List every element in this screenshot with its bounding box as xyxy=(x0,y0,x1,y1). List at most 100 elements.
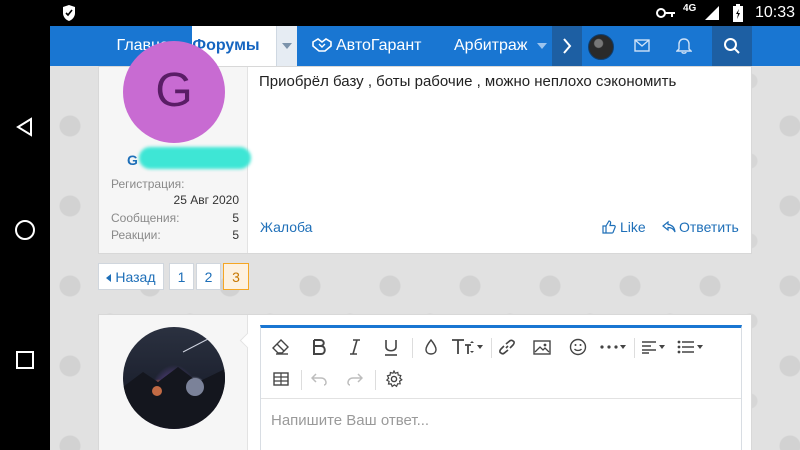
android-navigation-bar xyxy=(0,26,50,450)
drop-icon xyxy=(425,339,437,355)
redaction-mark xyxy=(139,147,251,169)
more-options-button[interactable] xyxy=(600,335,630,359)
messages-value: 5 xyxy=(232,211,239,225)
font-size-button[interactable] xyxy=(451,335,485,359)
redo-button[interactable] xyxy=(343,367,367,391)
messages-row: Сообщения: 5 xyxy=(111,211,239,225)
caret-down-icon xyxy=(659,345,665,349)
reply-label: Ответить xyxy=(679,219,739,235)
bell-icon[interactable] xyxy=(676,37,692,54)
toolbar-divider xyxy=(375,370,376,390)
forums-dropdown-toggle[interactable] xyxy=(276,26,297,66)
current-user-avatar[interactable] xyxy=(123,327,225,429)
inbox-icon[interactable] xyxy=(634,39,650,52)
recents-button[interactable] xyxy=(8,343,42,377)
bulleted-list-icon xyxy=(677,340,694,354)
italic-button[interactable] xyxy=(343,335,367,359)
italic-icon xyxy=(350,339,360,355)
signal-icon xyxy=(705,6,719,20)
reply-text-area[interactable]: Напишите Ваш ответ... xyxy=(271,412,429,429)
status-bar: 4G 10:33 xyxy=(0,0,800,26)
reply-arrow-icon xyxy=(662,221,676,233)
reactions-row: Реакции: 5 xyxy=(111,228,239,242)
reply-editor: Напишите Ваш ответ... xyxy=(260,325,742,450)
image-icon xyxy=(533,339,551,355)
toolbar-divider xyxy=(412,338,413,358)
clear-formatting-button[interactable] xyxy=(269,335,293,359)
handshake-icon xyxy=(312,38,332,52)
align-left-icon xyxy=(642,341,656,354)
author-name-redacted[interactable]: G xyxy=(127,147,251,173)
reply-button[interactable]: Ответить xyxy=(662,219,739,235)
search-icon xyxy=(724,38,740,54)
shield-icon xyxy=(63,5,75,21)
reactions-value: 5 xyxy=(232,228,239,242)
bold-icon xyxy=(313,339,326,355)
post-text: Приобрёл базу , боты рабочие , можно неп… xyxy=(259,73,677,90)
text-color-button[interactable] xyxy=(419,335,443,359)
author-avatar[interactable]: G xyxy=(123,41,225,143)
text-size-icon xyxy=(452,339,474,354)
toolbar-divider xyxy=(301,370,302,390)
network-type: 4G xyxy=(683,3,697,14)
back-button[interactable] xyxy=(8,110,42,144)
clock: 10:33 xyxy=(755,4,796,21)
chevron-down-icon xyxy=(282,43,292,49)
report-link[interactable]: Жалоба xyxy=(260,219,312,235)
undo-button[interactable] xyxy=(307,367,331,391)
undo-icon xyxy=(311,373,327,386)
back-triangle-icon xyxy=(16,117,32,137)
smiley-icon xyxy=(569,338,587,356)
messages-label: Сообщения: xyxy=(111,211,180,225)
prev-page-button[interactable]: Назад xyxy=(98,263,164,290)
page-3-current[interactable]: 3 xyxy=(223,263,249,290)
insert-link-button[interactable] xyxy=(495,335,519,359)
forum-app: Главная Форумы АвтоГарант Арбитраж G G Р… xyxy=(50,26,800,450)
user-avatar-button[interactable] xyxy=(588,34,614,60)
prev-page-label: Назад xyxy=(115,269,156,285)
chevron-down-icon xyxy=(537,43,547,49)
toolbar-divider xyxy=(634,338,635,358)
caret-left-icon xyxy=(106,274,112,283)
underline-icon xyxy=(385,339,397,356)
post-card: G G Регистрация: 25 Авг 2020 Сообщения: … xyxy=(98,41,752,254)
key-icon xyxy=(656,8,675,18)
page-1[interactable]: 1 xyxy=(169,263,194,290)
caret-down-icon xyxy=(620,345,626,349)
scroll-right-button[interactable] xyxy=(552,26,582,66)
author-name-fragment: G xyxy=(127,152,138,168)
underline-button[interactable] xyxy=(379,335,403,359)
recents-square-icon xyxy=(16,351,34,369)
list-button[interactable] xyxy=(677,335,707,359)
thumbs-up-icon xyxy=(602,220,616,234)
avatar-landscape-image xyxy=(123,338,225,429)
reply-card: Напишите Ваш ответ... xyxy=(98,314,752,450)
editor-settings-button[interactable] xyxy=(382,367,406,391)
align-button[interactable] xyxy=(641,335,669,359)
insert-image-button[interactable] xyxy=(530,335,554,359)
insert-table-button[interactable] xyxy=(269,367,293,391)
bold-button[interactable] xyxy=(307,335,331,359)
registration-label: Регистрация: xyxy=(111,177,185,191)
home-button[interactable] xyxy=(8,213,42,247)
toolbar-divider xyxy=(491,338,492,358)
link-icon xyxy=(499,339,515,355)
tab-autogarant[interactable]: АвтоГарант xyxy=(336,26,422,66)
reactions-label: Реакции: xyxy=(111,228,161,242)
page-2[interactable]: 2 xyxy=(196,263,221,290)
registration-value: 25 Авг 2020 xyxy=(173,193,239,207)
gear-icon xyxy=(385,370,403,388)
home-circle-icon xyxy=(15,220,35,240)
like-button[interactable]: Like xyxy=(602,219,646,235)
more-dots-icon xyxy=(600,345,618,349)
eraser-icon xyxy=(272,339,289,355)
search-button[interactable] xyxy=(712,26,752,66)
chevron-right-icon xyxy=(563,38,572,54)
tab-arbitrage[interactable]: Арбитраж xyxy=(454,26,528,66)
editor-toolbar xyxy=(261,328,741,399)
caret-down-icon xyxy=(477,345,483,349)
insert-emoji-button[interactable] xyxy=(566,335,590,359)
like-label: Like xyxy=(620,219,646,235)
battery-icon xyxy=(733,4,743,22)
redo-icon xyxy=(347,373,363,386)
